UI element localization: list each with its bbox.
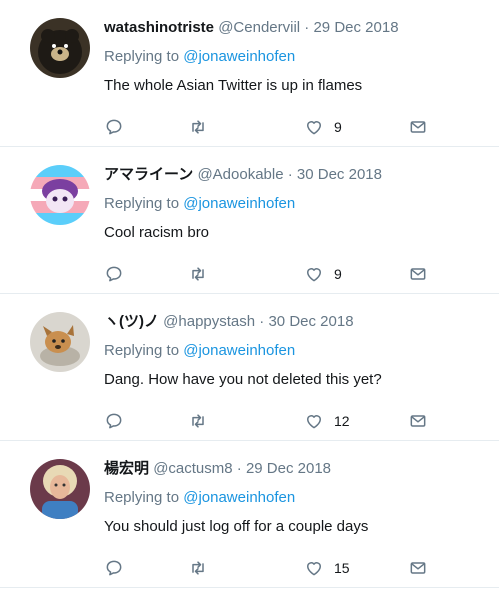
timestamp[interactable]: 29 Dec 2018 bbox=[313, 19, 398, 36]
envelope-icon bbox=[410, 562, 426, 574]
separator: · bbox=[304, 19, 310, 36]
user-handle[interactable]: @Adookable bbox=[197, 166, 283, 183]
direct-message-button[interactable] bbox=[408, 557, 428, 579]
reply-icon bbox=[106, 119, 122, 135]
avatar[interactable] bbox=[30, 165, 90, 225]
separator: · bbox=[236, 460, 242, 477]
display-name[interactable]: アマライーン bbox=[104, 166, 193, 183]
replying-to-line: Replying to @jonaweinhofen bbox=[104, 488, 489, 508]
bear-avatar-icon bbox=[30, 18, 90, 78]
reply-button[interactable] bbox=[104, 263, 124, 285]
replying-to-line: Replying to @jonaweinhofen bbox=[104, 47, 489, 67]
display-name[interactable]: 楊宏明 bbox=[104, 460, 149, 477]
like-button[interactable]: 9 bbox=[304, 263, 342, 285]
like-count: 9 bbox=[334, 266, 342, 282]
display-name[interactable]: watashinotriste bbox=[104, 19, 214, 36]
retweet-icon bbox=[192, 414, 204, 428]
replying-to-label: Replying to bbox=[104, 195, 180, 212]
tweet-reply[interactable]: アマライーン @Adookable · 30 Dec 2018 Replying… bbox=[0, 147, 499, 294]
replying-to-line: Replying to @jonaweinhofen bbox=[104, 341, 489, 361]
replying-to-label: Replying to bbox=[104, 342, 180, 359]
tweet-text: You should just log off for a couple day… bbox=[104, 518, 369, 535]
person-avatar-icon bbox=[30, 459, 90, 519]
display-name[interactable]: ヽ(ツ)ノ bbox=[104, 313, 159, 330]
tweet-actions: 9 bbox=[104, 116, 434, 138]
retweet-icon bbox=[192, 120, 204, 134]
tweet-actions: 12 bbox=[104, 410, 434, 432]
avatar[interactable] bbox=[30, 312, 90, 372]
user-handle[interactable]: @cactusm8 bbox=[153, 460, 232, 477]
avatar[interactable] bbox=[30, 459, 90, 519]
like-count: 12 bbox=[334, 413, 350, 429]
tweet-text: Cool racism bro bbox=[104, 224, 210, 241]
retweet-button[interactable] bbox=[188, 410, 208, 432]
like-count: 9 bbox=[334, 119, 342, 135]
replying-to-label: Replying to bbox=[104, 48, 180, 65]
user-handle[interactable]: @happystash bbox=[163, 313, 255, 330]
timestamp[interactable]: 30 Dec 2018 bbox=[297, 166, 382, 183]
direct-message-button[interactable] bbox=[408, 116, 428, 138]
heart-icon bbox=[307, 268, 321, 282]
retweet-button[interactable] bbox=[188, 557, 208, 579]
reply-icon bbox=[106, 560, 122, 576]
reply-button[interactable] bbox=[104, 557, 124, 579]
separator: · bbox=[259, 313, 265, 330]
dog-avatar-icon bbox=[30, 312, 90, 372]
retweet-button[interactable] bbox=[188, 116, 208, 138]
tweet-actions: 9 bbox=[104, 263, 434, 285]
heart-icon bbox=[307, 562, 321, 576]
replying-to-label: Replying to bbox=[104, 489, 180, 506]
reply-icon bbox=[106, 413, 122, 429]
tweet-reply[interactable]: watashinotriste @Cenderviil · 29 Dec 201… bbox=[0, 0, 499, 147]
replying-to-link[interactable]: @jonaweinhofen bbox=[183, 342, 295, 359]
reply-icon bbox=[106, 266, 122, 282]
retweet-icon bbox=[192, 267, 204, 281]
user-handle[interactable]: @Cenderviil bbox=[218, 19, 300, 36]
like-button[interactable]: 12 bbox=[304, 410, 350, 432]
replying-to-line: Replying to @jonaweinhofen bbox=[104, 194, 489, 214]
tweet-reply[interactable]: 楊宏明 @cactusm8 · 29 Dec 2018 Replying to … bbox=[0, 441, 499, 588]
direct-message-button[interactable] bbox=[408, 263, 428, 285]
heart-icon bbox=[307, 121, 321, 135]
tweet-actions: 15 bbox=[104, 557, 434, 579]
timestamp[interactable]: 29 Dec 2018 bbox=[246, 460, 331, 477]
timestamp[interactable]: 30 Dec 2018 bbox=[268, 313, 353, 330]
like-button[interactable]: 9 bbox=[304, 116, 342, 138]
tweet-text: The whole Asian Twitter is up in flames bbox=[104, 77, 363, 94]
like-count: 15 bbox=[334, 560, 350, 576]
heart-icon bbox=[307, 415, 321, 429]
envelope-icon bbox=[410, 121, 426, 133]
retweet-button[interactable] bbox=[188, 263, 208, 285]
avatar[interactable] bbox=[30, 18, 90, 78]
tweet-reply[interactable]: ヽ(ツ)ノ @happystash · 30 Dec 2018 Replying… bbox=[0, 294, 499, 441]
separator: · bbox=[287, 166, 293, 183]
retweet-icon bbox=[192, 561, 204, 575]
replying-to-link[interactable]: @jonaweinhofen bbox=[183, 489, 295, 506]
envelope-icon bbox=[410, 415, 426, 427]
envelope-icon bbox=[410, 268, 426, 280]
direct-message-button[interactable] bbox=[408, 410, 428, 432]
replying-to-link[interactable]: @jonaweinhofen bbox=[183, 48, 295, 65]
reply-button[interactable] bbox=[104, 410, 124, 432]
like-button[interactable]: 15 bbox=[304, 557, 350, 579]
reply-button[interactable] bbox=[104, 116, 124, 138]
tweet-text: Dang. How have you not deleted this yet? bbox=[104, 371, 382, 388]
replying-to-link[interactable]: @jonaweinhofen bbox=[183, 195, 295, 212]
cartoon-avatar-icon bbox=[30, 165, 90, 225]
